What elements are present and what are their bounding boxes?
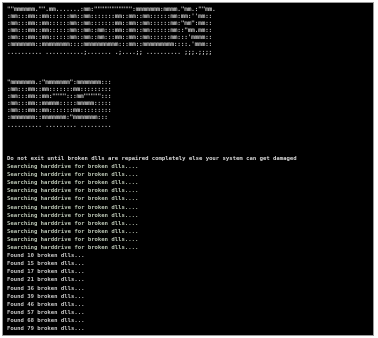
- console-line-search: Searching harddrive for broken dlls....: [7, 212, 139, 219]
- console-line-search: Searching harddrive for broken dlls....: [7, 196, 139, 203]
- console-line-search: Searching harddrive for broken dlls....: [7, 204, 139, 211]
- console-line-found: Found 15 broken dlls...: [7, 261, 85, 268]
- console-line-found: Found 10 broken dlls...: [7, 253, 85, 260]
- console-line-search: Searching harddrive for broken dlls....: [7, 180, 139, 187]
- console-line-found: Found 68 broken dlls...: [7, 317, 85, 324]
- console-line-search: Searching harddrive for broken dlls....: [7, 172, 139, 179]
- console-line-found: Found 17 broken dlls...: [7, 269, 85, 276]
- console-line-search: Searching harddrive for broken dlls....: [7, 188, 139, 195]
- console-line-search: Searching harddrive for broken dlls....: [7, 220, 139, 227]
- console-output: Do not exit until broken dlls are repair…: [7, 155, 373, 333]
- console-line-found: Found 39 broken dlls...: [7, 293, 85, 300]
- console-line-search: Searching harddrive for broken dlls....: [7, 228, 139, 235]
- console-line-found: Found 36 broken dlls...: [7, 285, 85, 292]
- console-line-found: Found 79 broken dlls...: [7, 325, 85, 332]
- ascii-banner-bottom: "mmmmmmm.:"mmmmmmm":mmmmmmm::: :mm:::mm:…: [7, 79, 112, 129]
- console-line-found: Found 21 broken dlls...: [7, 277, 85, 284]
- console-line-search: Searching harddrive for broken dlls....: [7, 164, 139, 171]
- console-line-found: Found 46 broken dlls...: [7, 301, 85, 308]
- console-line-found: Found 57 broken dlls...: [7, 309, 85, 316]
- ascii-banner-top: ""mmmmmm."".mm.......:mm:""""""""""":mmm…: [7, 6, 216, 56]
- console-line-search: Searching harddrive for broken dlls....: [7, 245, 139, 252]
- console-window[interactable]: ""mmmmmm."".mm.......:mm:""""""""""":mmm…: [2, 2, 374, 336]
- console-line-search: Searching harddrive for broken dlls....: [7, 236, 139, 243]
- console-line-warn: Do not exit until broken dlls are repair…: [7, 156, 297, 162]
